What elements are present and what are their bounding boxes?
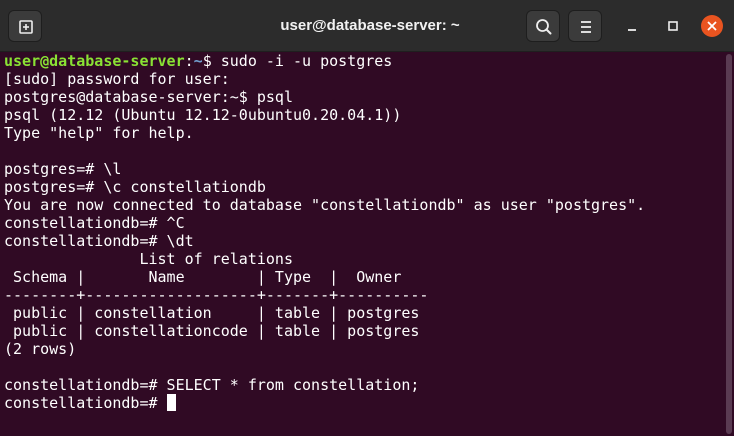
terminal-output[interactable]: user@database-server:~$ sudo -i -u postg…	[0, 52, 724, 436]
terminal-line: [sudo] password for user:	[4, 70, 230, 88]
scrollbar[interactable]	[724, 52, 734, 436]
terminal-line: postgres=# \l	[4, 160, 122, 178]
terminal-line: constellationdb=# SELECT * from constell…	[4, 376, 420, 394]
maximize-icon	[668, 21, 678, 31]
prompt-path: ~	[193, 52, 203, 70]
terminal-line: psql (12.12 (Ubuntu 12.12-0ubuntu0.20.04…	[4, 106, 402, 124]
new-tab-icon	[19, 20, 33, 34]
title-bar: user@database-server: ~	[0, 0, 734, 52]
current-prompt: constellationdb=#	[4, 394, 167, 412]
terminal-line: postgres=# \c constellationdb	[4, 178, 266, 196]
terminal-line: user@database-server:~$ sudo -i -u postg…	[4, 52, 724, 70]
terminal-line: constellationdb=# ^C	[4, 214, 185, 232]
menu-button[interactable]	[568, 10, 602, 42]
table-header: Schema | Name | Type | Owner	[4, 268, 402, 286]
terminal-line: constellationdb=# \dt	[4, 232, 194, 250]
maximize-button[interactable]	[661, 14, 685, 38]
prompt-separator: :	[184, 52, 194, 70]
new-tab-button[interactable]	[8, 10, 42, 42]
current-prompt-line[interactable]: constellationdb=#	[4, 394, 724, 412]
terminal-line: You are now connected to database "const…	[4, 196, 646, 214]
text-cursor	[166, 394, 176, 411]
table-row: public | constellationcode | table | pos…	[4, 322, 420, 340]
close-icon	[701, 15, 723, 37]
search-icon	[536, 19, 552, 35]
search-button[interactable]	[526, 10, 560, 42]
scrollbar-thumb[interactable]	[726, 54, 732, 434]
row-count: (2 rows)	[4, 340, 77, 358]
prompt-user-host: user@database-server	[4, 52, 185, 70]
hamburger-menu-icon	[581, 21, 591, 33]
window-title: user@database-server: ~	[280, 17, 460, 34]
table-separator: --------+-------------------+-------+---…	[4, 286, 429, 304]
minimize-button[interactable]	[620, 14, 644, 38]
terminal-line: Type "help" for help.	[4, 124, 194, 142]
terminal-line: postgres@database-server:~$ psql	[4, 88, 293, 106]
minimize-icon	[628, 29, 636, 31]
terminal-window: user@database-server: ~ user@database-se…	[0, 0, 734, 436]
close-button[interactable]	[700, 14, 724, 38]
table-row: public | constellation | table | postgre…	[4, 304, 420, 322]
prompt-command: $ sudo -i -u postgres	[202, 52, 393, 70]
table-title: List of relations	[4, 250, 293, 268]
